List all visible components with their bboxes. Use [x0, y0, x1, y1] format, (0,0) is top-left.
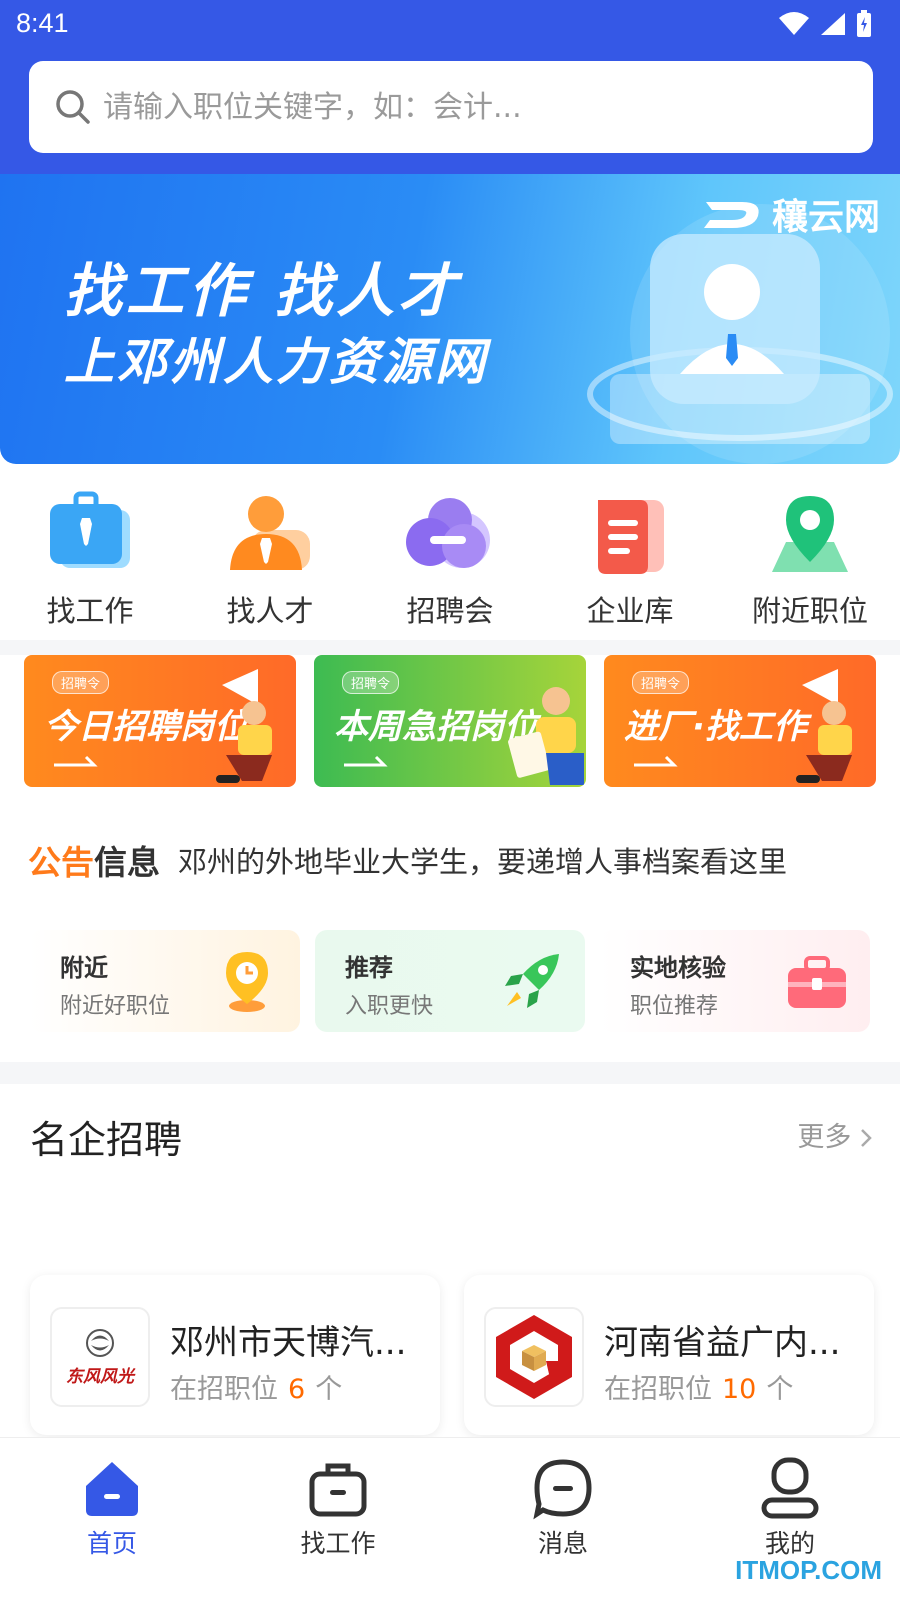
megaphone-illustration [216, 669, 272, 783]
battery-icon [857, 10, 871, 37]
promo-factory-jobs[interactable]: 招聘令 进厂·找工作 [604, 655, 876, 787]
tab-profile[interactable]: 我的 [730, 1456, 850, 1560]
quick-label: 企业库 [586, 594, 674, 628]
feature-title: 实地核验 [630, 954, 726, 982]
announcement-text[interactable]: 邓州的外地毕业大学生，要递增人事档案看这里 [178, 839, 787, 881]
tab-label: 找工作 [300, 1529, 376, 1558]
quick-label: 找工作 [46, 594, 134, 628]
brand-logo: 穰云网 [702, 188, 880, 240]
map-pin-icon [772, 496, 848, 572]
promo-today-jobs[interactable]: 招聘令 今日招聘岗位 [24, 655, 296, 787]
company-logo: 东风风光 [50, 1307, 150, 1407]
wifi-icon [779, 12, 809, 35]
watermark: ITMOP.COM [735, 1555, 882, 1585]
user-icon [761, 1457, 819, 1519]
brand-name: 穰云网 [771, 197, 880, 238]
announcement-label: 公告信息 [28, 843, 160, 882]
message-icon [533, 1459, 592, 1520]
clock-pin-icon [226, 952, 268, 1012]
quick-job-fair[interactable]: 招聘会 [360, 490, 540, 640]
document-icon [598, 500, 664, 574]
yiguang-logo-icon [496, 1315, 572, 1399]
feature-cards: 附近 附近好职位 推荐 入职更快 实地核验 职位推荐 [0, 930, 900, 1034]
home-icon [86, 1462, 138, 1516]
briefcase-icon [50, 491, 130, 568]
search-icon [56, 90, 90, 124]
chevron-right-icon [861, 1129, 872, 1147]
feature-title: 附近 [60, 954, 108, 982]
status-time: 8:41 [16, 8, 69, 38]
search-bar[interactable] [29, 61, 873, 153]
tab-label: 首页 [86, 1529, 137, 1558]
arrow-right-icon [634, 755, 678, 767]
feature-title: 推荐 [345, 954, 393, 982]
tab-messages[interactable]: 消息 [503, 1456, 623, 1560]
arrow-right-icon [344, 755, 388, 767]
company-name: 邓州市天博汽... [170, 1323, 407, 1363]
promo-cards: 招聘令 今日招聘岗位 招聘令 本周急招岗位 招聘令 进厂·找工作 [0, 655, 900, 815]
bottom-tab-bar: 首页 找工作 消息 我的 ITMOP.COM [0, 1437, 900, 1600]
promo-urgent-jobs[interactable]: 招聘令 本周急招岗位 [314, 655, 586, 787]
banner-subheadline: 上邓州人力资源网 [64, 333, 488, 391]
company-logo [484, 1307, 584, 1407]
quick-label: 找人才 [226, 594, 314, 628]
company-card[interactable]: 河南省益广内... 在招职位 10 个 [464, 1275, 874, 1435]
company-job-count: 在招职位 6 个 [170, 1374, 343, 1405]
status-icons [778, 10, 872, 38]
company-cards: 东风风光 邓州市天博汽... 在招职位 6 个 河南省益广内... 在招职位 10 个 [0, 1275, 900, 1435]
more-link[interactable]: 更多 [797, 1115, 872, 1154]
feature-nearby[interactable]: 附近 附近好职位 [30, 930, 300, 1032]
divider [0, 640, 900, 655]
section-title: 名企招聘 [30, 1118, 183, 1162]
search-input[interactable] [103, 89, 823, 125]
brand-mark-icon [703, 202, 759, 228]
app-screen: 8:41 穰云网 找工作 找人才 上邓州人力资源网 [0, 0, 900, 1600]
quick-label: 附近职位 [751, 594, 868, 628]
quick-label: 招聘会 [406, 594, 494, 628]
banner-headline: 找工作 找人才 [64, 257, 461, 325]
company-job-count: 在招职位 10 个 [604, 1374, 794, 1405]
quick-find-talent[interactable]: 找人才 [180, 490, 360, 640]
promo-tag: 招聘令 [632, 671, 690, 694]
person-icon [230, 496, 310, 570]
feature-subtitle: 职位推荐 [630, 994, 719, 1019]
tab-label: 消息 [537, 1529, 588, 1558]
briefcase-icon [309, 1463, 367, 1517]
megaphone-illustration [796, 669, 852, 783]
header: 8:41 [0, 0, 900, 176]
feature-subtitle: 入职更快 [345, 994, 434, 1019]
offer-illustration [508, 687, 584, 785]
signal-icon [821, 13, 845, 35]
tab-home[interactable]: 首页 [52, 1456, 172, 1560]
quick-find-job[interactable]: 找工作 [0, 490, 180, 640]
feature-subtitle: 附近好职位 [60, 994, 171, 1019]
arrow-right-icon [54, 755, 98, 767]
meeting-icon [406, 498, 490, 568]
status-bar: 8:41 [0, 0, 900, 52]
rocket-icon [505, 954, 559, 1008]
toolbox-icon [788, 956, 846, 1008]
dongfeng-emblem-icon [86, 1328, 114, 1357]
divider [0, 1062, 900, 1084]
company-name: 河南省益广内... [604, 1323, 841, 1363]
promo-tag: 招聘令 [52, 671, 110, 694]
tab-find-job[interactable]: 找工作 [278, 1456, 398, 1560]
company-logo-text: 东风风光 [66, 1366, 134, 1387]
promo-tag: 招聘令 [342, 671, 400, 694]
feature-verified[interactable]: 实地核验 职位推荐 [600, 930, 870, 1032]
quick-nav: 找工作 找人才 招聘会 企业库 附近职位 [0, 490, 900, 640]
promo-title: 进厂·找工作 [624, 707, 807, 747]
quick-nearby-jobs[interactable]: 附近职位 [720, 490, 900, 640]
announcement-bar[interactable]: 公告信息 邓州的外地毕业大学生，要递增人事档案看这里 [0, 815, 900, 905]
company-card[interactable]: 东风风光 邓州市天博汽... 在招职位 6 个 [30, 1275, 440, 1435]
feature-recommend[interactable]: 推荐 入职更快 [315, 930, 585, 1032]
section-header-companies: 名企招聘 更多 [0, 1085, 900, 1175]
promo-banner[interactable]: 穰云网 找工作 找人才 上邓州人力资源网 [0, 174, 900, 464]
quick-company-library[interactable]: 企业库 [540, 490, 720, 640]
